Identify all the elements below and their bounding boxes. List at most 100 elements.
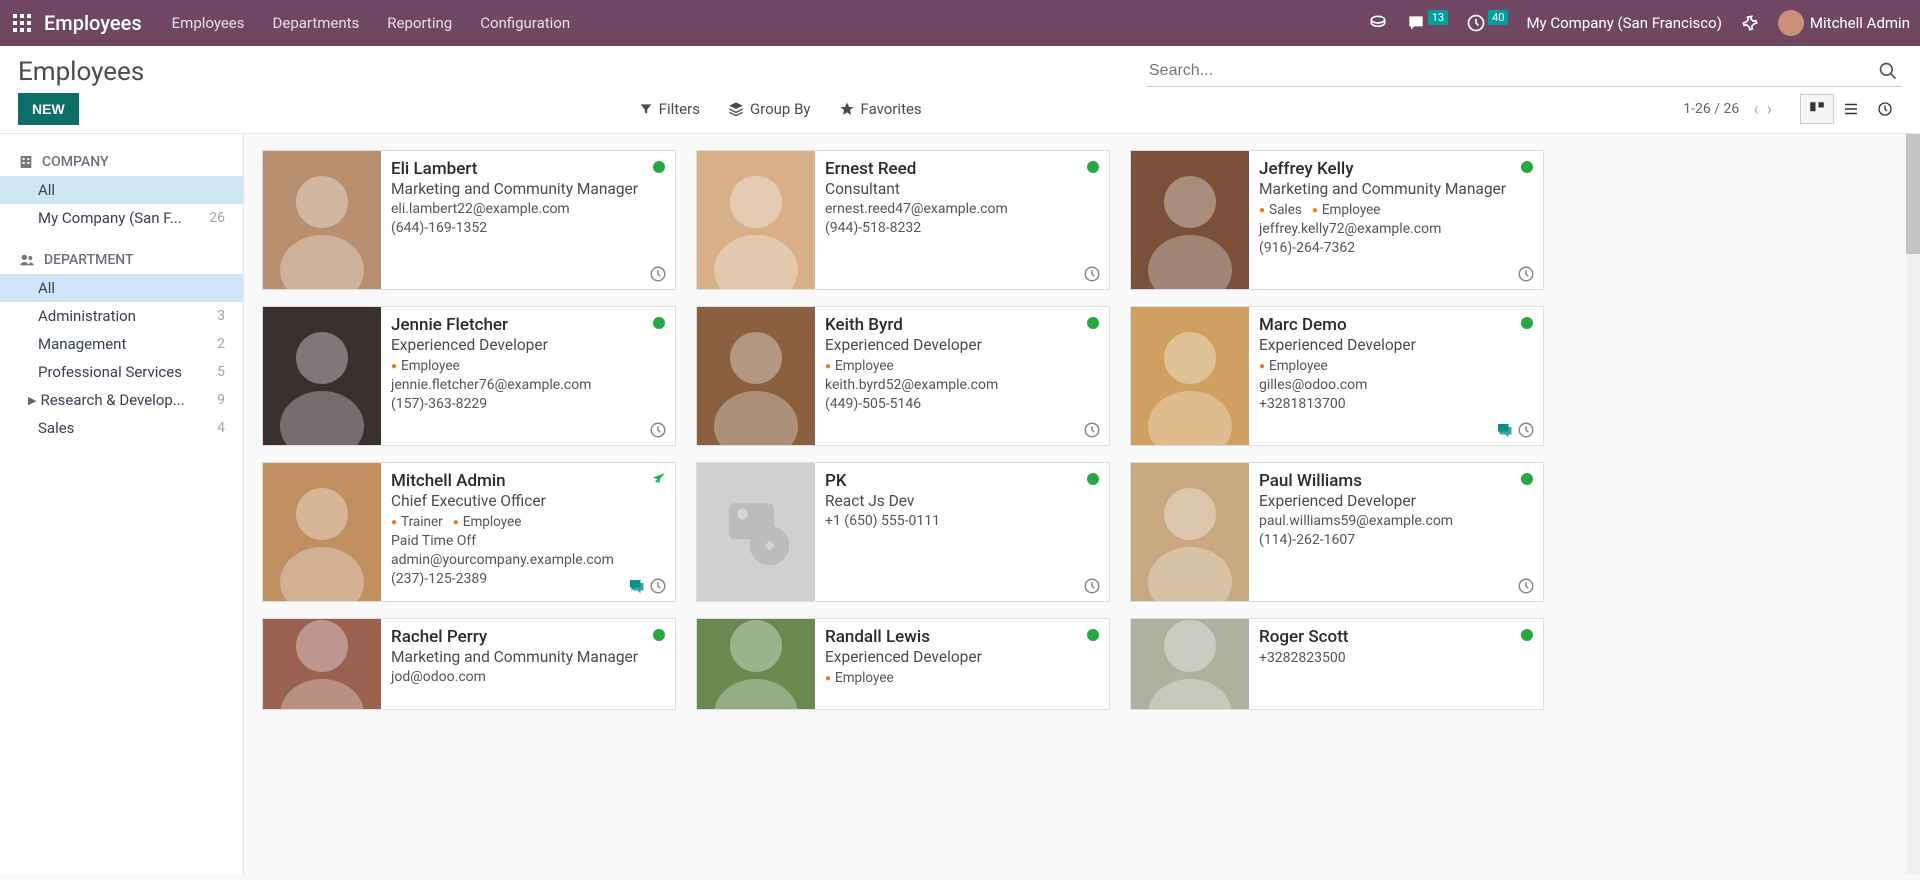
employee-card[interactable]: Roger Scott+3282823500 [1130, 618, 1544, 710]
employee-card[interactable]: PKReact Js Dev+1 (650) 555-0111 [696, 462, 1110, 602]
employee-photo [263, 463, 381, 601]
chat-icon[interactable] [1495, 421, 1513, 439]
employee-phone: +1 (650) 555-0111 [825, 513, 1099, 529]
employee-name: Mitchell Admin [391, 471, 665, 491]
new-button[interactable]: NEW [18, 93, 79, 125]
apps-icon[interactable] [10, 11, 34, 35]
groupby-button[interactable]: Group By [728, 100, 811, 118]
company-item[interactable]: My Company (San F...26 [0, 204, 243, 232]
search-bar [1147, 56, 1902, 87]
department-item[interactable]: Administration3 [0, 302, 243, 330]
employee-name: Roger Scott [1259, 627, 1533, 647]
activity-icon[interactable]: 40 [1466, 13, 1508, 33]
employee-card[interactable]: Mitchell AdminChief Executive OfficerTra… [262, 462, 676, 602]
company-selector[interactable]: My Company (San Francisco) [1526, 14, 1721, 32]
employee-tags: SalesEmployee [1259, 202, 1533, 218]
settings-icon[interactable] [1740, 13, 1760, 33]
kanban-view-button[interactable] [1800, 94, 1834, 124]
employee-email: jennie.fletcher76@example.com [391, 377, 665, 393]
activity-view-button[interactable] [1868, 94, 1902, 124]
activity-clock-icon[interactable] [1517, 265, 1535, 283]
pager-prev-icon[interactable]: ‹ [1753, 99, 1758, 120]
user-avatar [1778, 10, 1804, 36]
employee-card[interactable]: Eli LambertMarketing and Community Manag… [262, 150, 676, 290]
menu-employees[interactable]: Employees [172, 14, 245, 32]
filters-button[interactable]: Filters [639, 100, 700, 118]
presence-dot-icon [1087, 161, 1099, 173]
activity-clock-icon[interactable] [1083, 265, 1101, 283]
employee-phone: (644)-169-1352 [391, 220, 665, 236]
activity-clock-icon[interactable] [1517, 577, 1535, 595]
chat-badge: 13 [1428, 10, 1448, 25]
presence-dot-icon [1087, 629, 1099, 641]
department-item[interactable]: Management2 [0, 330, 243, 358]
presence-dot-icon [653, 161, 665, 173]
employee-email: paul.williams59@example.com [1259, 513, 1533, 529]
presence-dot-icon [1521, 161, 1533, 173]
employee-card[interactable]: Rachel PerryMarketing and Community Mana… [262, 618, 676, 710]
activity-clock-icon[interactable] [1083, 421, 1101, 439]
employee-photo [263, 307, 381, 445]
employee-photo [697, 619, 815, 709]
activity-clock-icon[interactable] [649, 577, 667, 595]
employee-title: Experienced Developer [1259, 336, 1533, 354]
search-icon[interactable] [1874, 57, 1902, 85]
employee-title: Experienced Developer [825, 648, 1099, 666]
employee-tags: Employee [825, 670, 1099, 686]
employee-name: Jennie Fletcher [391, 315, 665, 335]
pager-next-icon[interactable]: › [1767, 99, 1772, 120]
top-menu: Employees Departments Reporting Configur… [172, 14, 570, 32]
activity-clock-icon[interactable] [649, 421, 667, 439]
menu-configuration[interactable]: Configuration [480, 14, 570, 32]
employee-card[interactable]: Jeffrey KellyMarketing and Community Man… [1130, 150, 1544, 290]
employee-card[interactable]: Keith ByrdExperienced DeveloperEmployeek… [696, 306, 1110, 446]
employee-phone: (916)-264-7362 [1259, 240, 1533, 256]
presence-dot-icon [653, 629, 665, 641]
department-item[interactable]: Professional Services5 [0, 358, 243, 386]
employee-name: PK [825, 471, 1099, 491]
employee-title: Marketing and Community Manager [1259, 180, 1533, 198]
employee-card[interactable]: Marc DemoExperienced DeveloperEmployeegi… [1130, 306, 1544, 446]
employee-tags: Employee [825, 358, 1099, 374]
department-item[interactable]: All [0, 274, 243, 302]
expand-caret-icon[interactable]: ▶ [28, 394, 36, 407]
employee-card[interactable]: Ernest ReedConsultanternest.reed47@examp… [696, 150, 1110, 290]
department-label: Research & Develop... [40, 391, 217, 409]
employee-email: ernest.reed47@example.com [825, 201, 1099, 217]
company-count: 26 [209, 210, 225, 226]
list-view-button[interactable] [1834, 94, 1868, 124]
employee-title: Consultant [825, 180, 1099, 198]
company-section: COMPANY [0, 148, 243, 176]
department-item[interactable]: Sales4 [0, 414, 243, 442]
favorites-button[interactable]: Favorites [839, 100, 922, 118]
company-item[interactable]: All [0, 176, 243, 204]
employee-phone: (157)-363-8229 [391, 396, 665, 412]
employee-card[interactable]: Randall LewisExperienced DeveloperEmploy… [696, 618, 1110, 710]
employee-status-text: Paid Time Off [391, 533, 665, 549]
activity-clock-icon[interactable] [1083, 577, 1101, 595]
employee-card[interactable]: Jennie FletcherExperienced DeveloperEmpl… [262, 306, 676, 446]
employee-photo [1131, 619, 1249, 709]
search-input[interactable] [1147, 56, 1874, 86]
chat-icon[interactable]: 13 [1406, 13, 1448, 33]
menu-reporting[interactable]: Reporting [387, 14, 452, 32]
employee-photo [263, 151, 381, 289]
chat-icon[interactable] [627, 577, 645, 595]
employee-photo [263, 619, 381, 709]
employee-email: admin@yourcompany.example.com [391, 552, 665, 568]
department-item[interactable]: ▶Research & Develop...9 [0, 386, 243, 414]
menu-departments[interactable]: Departments [273, 14, 360, 32]
activity-clock-icon[interactable] [649, 265, 667, 283]
employee-card[interactable]: Paul WilliamsExperienced Developerpaul.w… [1130, 462, 1544, 602]
scrollbar[interactable] [1906, 134, 1920, 874]
employee-title: Marketing and Community Manager [391, 180, 665, 198]
away-plane-icon [651, 471, 667, 487]
employee-phone: (944)-518-8232 [825, 220, 1099, 236]
activity-clock-icon[interactable] [1517, 421, 1535, 439]
employee-name: Eli Lambert [391, 159, 665, 179]
favorites-label: Favorites [861, 100, 922, 118]
employee-email: jod@odoo.com [391, 669, 665, 685]
user-menu[interactable]: Mitchell Admin [1778, 10, 1910, 36]
support-icon[interactable] [1368, 13, 1388, 33]
employee-title: Experienced Developer [825, 336, 1099, 354]
